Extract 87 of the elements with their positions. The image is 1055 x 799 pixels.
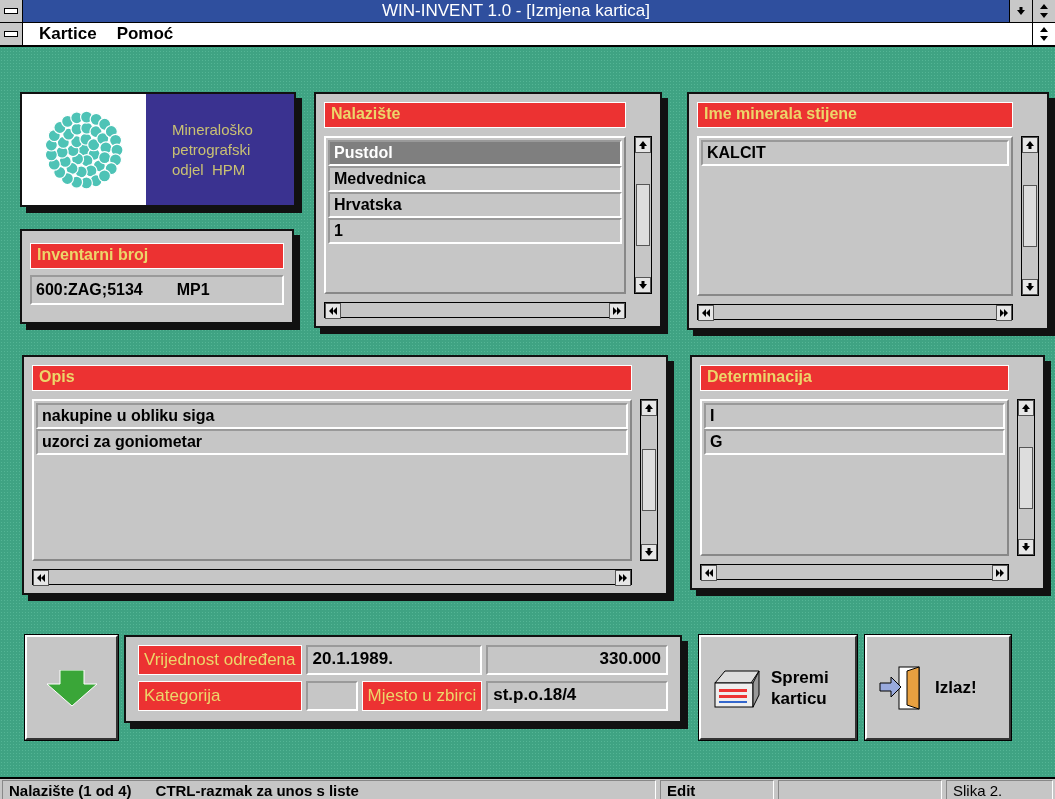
horizontal-scrollbar[interactable] bbox=[700, 564, 1009, 580]
scroll-up-button[interactable] bbox=[635, 137, 651, 153]
up-arrow-icon bbox=[1025, 139, 1035, 151]
list-header: Opis bbox=[32, 365, 632, 391]
list-item[interactable]: Pustdol bbox=[328, 140, 622, 166]
double-right-arrow-icon bbox=[999, 307, 1009, 319]
list-header: Nalazište bbox=[324, 102, 626, 128]
window-title: WIN-INVENT 1.0 - [Izmjena kartica] bbox=[381, 0, 651, 22]
field-label: Kategorija bbox=[138, 681, 302, 711]
restore-button[interactable] bbox=[1032, 0, 1055, 22]
scroll-down-button[interactable] bbox=[1022, 279, 1038, 295]
menu-item[interactable]: Pomoć bbox=[112, 24, 178, 44]
scroll-up-button[interactable] bbox=[1018, 400, 1034, 416]
down-arrow-icon bbox=[644, 546, 654, 558]
scroll-down-button[interactable] bbox=[635, 277, 651, 293]
double-left-arrow-icon bbox=[701, 307, 711, 319]
vertical-scrollbar[interactable] bbox=[634, 136, 652, 294]
scroll-up-button[interactable] bbox=[641, 400, 657, 416]
up-arrow-icon bbox=[1021, 402, 1031, 414]
exit-button[interactable]: Izlaz! bbox=[865, 635, 1011, 740]
inventory-field[interactable]: 600:ZAG;5134 MP1 bbox=[30, 275, 284, 305]
down-arrow-icon bbox=[46, 669, 97, 706]
horizontal-scrollbar[interactable] bbox=[697, 304, 1013, 320]
status-mode: Edit bbox=[660, 780, 774, 799]
double-right-arrow-icon bbox=[618, 572, 628, 584]
up-down-arrows-icon bbox=[1039, 27, 1049, 41]
up-arrow-icon bbox=[644, 402, 654, 414]
logo-text: odjel HPM bbox=[172, 159, 247, 180]
location-field[interactable]: st.p.o.18/4 bbox=[486, 681, 668, 711]
scroll-down-button[interactable] bbox=[641, 544, 657, 560]
minimize-button[interactable] bbox=[1009, 0, 1032, 22]
scroll-thumb[interactable] bbox=[1023, 185, 1037, 247]
vertical-scrollbar[interactable] bbox=[1017, 399, 1035, 556]
double-left-arrow-icon bbox=[704, 567, 714, 579]
next-button[interactable] bbox=[25, 635, 118, 740]
list-item[interactable]: uzorci za goniometar bbox=[36, 429, 628, 455]
list-item[interactable]: KALCIT bbox=[701, 140, 1009, 166]
logo-text: petrografski bbox=[172, 139, 252, 160]
status-message: Nalazište (1 od 4) bbox=[9, 782, 132, 799]
scroll-thumb[interactable] bbox=[642, 449, 656, 511]
scroll-up-button[interactable] bbox=[1022, 137, 1038, 153]
up-arrow-icon bbox=[638, 139, 648, 151]
list-item[interactable]: I bbox=[704, 403, 1005, 429]
status-caption: Slika 2. bbox=[946, 780, 1053, 799]
scroll-right-button[interactable] bbox=[992, 565, 1008, 581]
scroll-left-button[interactable] bbox=[701, 565, 717, 581]
list-item[interactable]: 1 bbox=[328, 218, 622, 244]
panel-header: Inventarni broj bbox=[30, 243, 284, 269]
scroll-left-button[interactable] bbox=[698, 305, 714, 321]
double-right-arrow-icon bbox=[612, 305, 622, 317]
status-hint: CTRL-razmak za unos s liste bbox=[155, 782, 359, 799]
document-menu-button[interactable] bbox=[0, 23, 23, 45]
down-arrow-icon bbox=[638, 279, 648, 291]
list-item[interactable]: Medvednica bbox=[328, 166, 622, 192]
scroll-right-button[interactable] bbox=[615, 570, 631, 586]
list-header: Ime minerala stijene bbox=[697, 102, 1013, 128]
scroll-right-button[interactable] bbox=[996, 305, 1012, 321]
vertical-scrollbar[interactable] bbox=[640, 399, 658, 561]
scroll-thumb[interactable] bbox=[636, 184, 650, 246]
field-label: Mjesto u zbirci bbox=[361, 681, 483, 711]
scroll-right-button[interactable] bbox=[609, 303, 625, 319]
vertical-scrollbar[interactable] bbox=[1021, 136, 1039, 296]
list-item[interactable]: Hrvatska bbox=[328, 192, 622, 218]
scroll-thumb[interactable] bbox=[1019, 446, 1033, 509]
field-label: Vrijednost određena bbox=[138, 645, 302, 675]
list-item[interactable]: nakupine u obliku siga bbox=[36, 403, 628, 429]
save-button[interactable]: Spremi karticu bbox=[699, 635, 857, 740]
down-arrow-icon bbox=[1016, 5, 1026, 17]
category-field[interactable] bbox=[305, 681, 358, 711]
amount-field[interactable]: 330.000 bbox=[486, 645, 668, 675]
up-down-arrows-icon bbox=[1039, 4, 1049, 18]
double-left-arrow-icon bbox=[36, 572, 46, 584]
list-item[interactable]: G bbox=[704, 429, 1005, 455]
horizontal-scrollbar[interactable] bbox=[324, 302, 626, 318]
system-menu-button[interactable] bbox=[0, 0, 23, 22]
down-arrow-icon bbox=[1025, 281, 1035, 293]
scroll-left-button[interactable] bbox=[33, 570, 49, 586]
logo-text: Mineraloško bbox=[172, 119, 254, 140]
list-header: Determinacija bbox=[700, 365, 1009, 391]
menu-item[interactable]: Kartice bbox=[35, 24, 101, 44]
scroll-left-button[interactable] bbox=[325, 303, 341, 319]
scroll-down-button[interactable] bbox=[1018, 539, 1034, 555]
down-arrow-icon bbox=[1021, 541, 1031, 553]
double-right-arrow-icon bbox=[995, 567, 1005, 579]
date-field[interactable]: 20.1.1989. bbox=[305, 645, 483, 675]
double-left-arrow-icon bbox=[328, 305, 338, 317]
horizontal-scrollbar[interactable] bbox=[32, 569, 632, 585]
